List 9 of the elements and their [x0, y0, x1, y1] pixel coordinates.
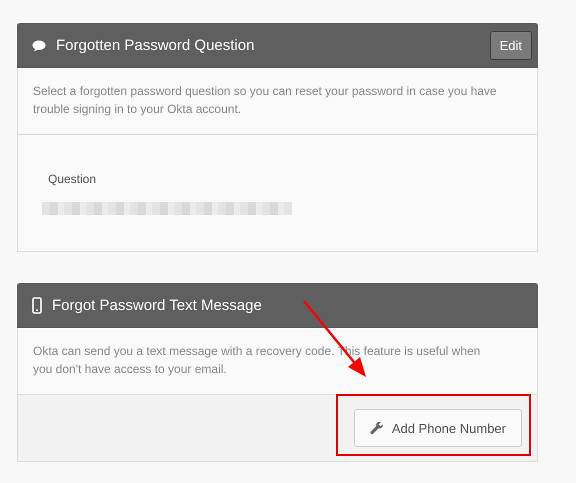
speech-bubble-icon [32, 40, 46, 52]
card-title: Forgotten Password Question [56, 37, 256, 54]
field-label: Question [48, 172, 98, 186]
card-title: Forgot Password Text Message [52, 297, 263, 314]
card-description: Select a forgotten password question so you can reset your password in case you have trouble signing in to your Okta account. [18, 68, 537, 135]
edit-button[interactable]: Edit [490, 31, 532, 60]
wrench-icon [370, 421, 384, 435]
add-phone-button[interactable]: Add Phone Number [354, 409, 522, 447]
phone-icon [32, 297, 42, 314]
